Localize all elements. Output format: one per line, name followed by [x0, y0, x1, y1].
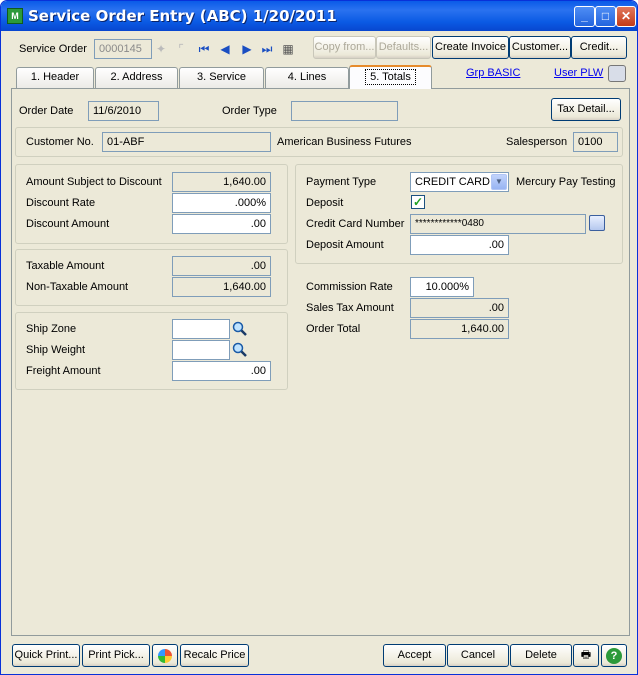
deposit-label: Deposit	[306, 197, 344, 209]
credit-button[interactable]: Credit...	[571, 36, 627, 59]
tab-lines[interactable]: 4. Lines	[265, 67, 349, 88]
taxable-amount-label: Taxable Amount	[26, 260, 105, 272]
nontaxable-amount-field[interactable]: 1,640.00	[172, 277, 271, 297]
order-type-field[interactable]	[291, 101, 398, 121]
window-title: Service Order Entry (ABC) 1/20/2011	[28, 7, 337, 25]
payment-type-label: Payment Type	[306, 176, 377, 188]
discount-amount-field[interactable]: .00	[172, 214, 271, 234]
discount-rate-label: Discount Rate	[26, 197, 96, 209]
taxable-amount-field[interactable]: .00	[172, 256, 271, 276]
print-icon[interactable]: 🖶	[573, 644, 599, 667]
commission-rate-field[interactable]: 10.000%	[410, 277, 474, 297]
ship-zone-search-icon[interactable]	[232, 321, 248, 337]
service-order-label: Service Order	[19, 43, 87, 55]
delete-button[interactable]: Delete	[510, 644, 572, 667]
help-icon[interactable]: ?	[601, 644, 627, 667]
tax-detail-button[interactable]: Tax Detail...	[551, 98, 621, 121]
tab-lines-label: 4. Lines	[287, 71, 327, 83]
sales-tax-label: Sales Tax Amount	[306, 302, 394, 314]
workflow-icon[interactable]	[152, 644, 178, 667]
tab-totals[interactable]: 5. Totals	[349, 65, 432, 89]
last-record-icon[interactable]: ⏭	[261, 42, 273, 56]
amount-subject-field[interactable]: 1,640.00	[172, 172, 271, 192]
lookup-list-icon[interactable]: ▦	[282, 42, 294, 56]
tab-totals-label: 5. Totals	[365, 69, 416, 85]
chevron-down-icon[interactable]: ▼	[491, 174, 507, 190]
discount-amount-label: Discount Amount	[26, 218, 110, 230]
customer-no-field[interactable]: 01-ABF	[102, 132, 271, 152]
freight-amount-label: Freight Amount	[26, 365, 101, 377]
tab-service-items[interactable]: 3. Service Items	[179, 67, 264, 102]
payment-type-select[interactable]: CREDIT CARD ▼	[410, 172, 509, 192]
app-icon: M	[7, 8, 23, 24]
tab-header[interactable]: 1. Header	[16, 67, 94, 88]
order-total-label: Order Total	[306, 323, 361, 335]
title-bar[interactable]: M Service Order Entry (ABC) 1/20/2011 _ …	[1, 1, 637, 31]
previous-record-icon[interactable]: ◀	[219, 42, 231, 56]
copy-from-button[interactable]: Copy from...	[313, 36, 376, 59]
salesperson-field[interactable]: 0100	[573, 132, 618, 152]
cancel-button[interactable]: Cancel	[447, 644, 509, 667]
tab-address[interactable]: 2. Address	[95, 67, 178, 88]
next-record-icon[interactable]: ▶	[241, 42, 253, 56]
discount-rate-field[interactable]: .000%	[172, 193, 271, 213]
first-record-icon[interactable]: ⏮	[198, 42, 210, 56]
commission-rate-label: Commission Rate	[306, 281, 393, 293]
defaults-button[interactable]: Defaults...	[376, 36, 431, 59]
order-total-field[interactable]: 1,640.00	[410, 319, 509, 339]
close-button[interactable]: ✕	[616, 6, 636, 27]
user-plw-link[interactable]: User PLW	[554, 67, 603, 79]
order-date-label: Order Date	[19, 105, 74, 117]
freight-amount-field[interactable]: .00	[172, 361, 271, 381]
payment-type-value: CREDIT CARD	[415, 176, 490, 188]
service-order-field[interactable]: 0000145	[94, 39, 152, 59]
new-number-icon[interactable]: ⌜	[175, 42, 187, 56]
print-pick-button[interactable]: Print Pick...	[82, 644, 150, 667]
new-order-icon[interactable]: ✦	[155, 42, 167, 56]
deposit-amount-field[interactable]: .00	[410, 235, 509, 255]
grp-basic-link[interactable]: Grp BASIC	[466, 67, 520, 79]
amount-subject-label: Amount Subject to Discount	[26, 176, 162, 188]
minimize-button[interactable]: _	[574, 6, 595, 27]
credit-card-lookup-icon[interactable]	[589, 215, 605, 231]
deposit-checkbox[interactable]: ✓	[411, 195, 425, 209]
credit-card-field[interactable]: ************0480	[410, 214, 586, 234]
ship-weight-field[interactable]	[172, 340, 230, 360]
credit-card-label: Credit Card Number	[306, 218, 405, 230]
tab-address-label: 2. Address	[110, 71, 163, 83]
service-order-window: M Service Order Entry (ABC) 1/20/2011 _ …	[0, 0, 638, 675]
ship-weight-label: Ship Weight	[26, 344, 86, 356]
create-invoice-button[interactable]: Create Invoice	[432, 36, 509, 59]
order-date-field[interactable]: 11/6/2010	[88, 101, 159, 121]
ship-zone-label: Ship Zone	[26, 323, 77, 335]
recalc-price-button[interactable]: Recalc Price	[180, 644, 249, 667]
customer-name: American Business Futures	[277, 136, 412, 148]
quick-print-button[interactable]: Quick Print...	[12, 644, 80, 667]
tab-header-label: 1. Header	[30, 71, 80, 83]
order-type-label: Order Type	[222, 105, 277, 117]
printer-settings-icon[interactable]	[608, 65, 626, 82]
ship-zone-field[interactable]	[172, 319, 230, 339]
nontaxable-amount-label: Non-Taxable Amount	[26, 281, 129, 293]
salesperson-label: Salesperson	[506, 136, 568, 148]
ship-weight-search-icon[interactable]	[232, 342, 248, 358]
payment-processor: Mercury Pay Testing	[516, 176, 616, 188]
deposit-amount-label: Deposit Amount	[306, 239, 384, 251]
maximize-button[interactable]: □	[595, 6, 616, 27]
customer-no-label: Customer No.	[26, 136, 94, 148]
accept-button[interactable]: Accept	[383, 644, 446, 667]
customer-button[interactable]: Customer...	[509, 36, 571, 59]
sales-tax-field[interactable]: .00	[410, 298, 509, 318]
